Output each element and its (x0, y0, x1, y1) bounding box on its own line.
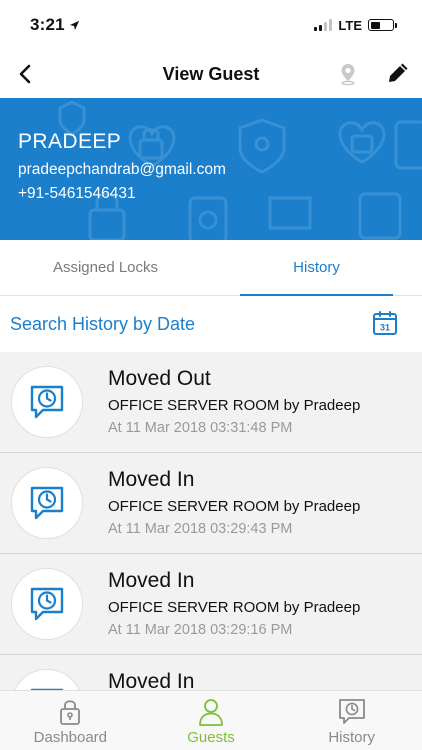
history-action: Moved Out (108, 367, 211, 390)
network-type: LTE (338, 17, 362, 33)
clock-chat-icon (30, 385, 64, 419)
calendar-day-number: 31 (380, 323, 390, 333)
location-pin-icon[interactable] (336, 62, 360, 86)
history-action: Moved In (108, 468, 195, 491)
bottom-tab-history[interactable]: History (281, 691, 422, 750)
history-lock-detail: OFFICE SERVER ROOM by Pradeep (108, 599, 361, 616)
guest-name: PRADEEP (18, 130, 122, 153)
location-arrow-icon (69, 20, 79, 30)
history-list: Moved Out OFFICE SERVER ROOM by Pradeep … (0, 352, 422, 690)
clock-chat-icon (338, 699, 365, 724)
bottom-tab-label: Guests (187, 729, 235, 746)
history-timestamp: At 11 Mar 2018 03:29:43 PM (108, 521, 293, 537)
history-timestamp: At 11 Mar 2018 03:29:16 PM (108, 622, 293, 638)
bottom-tab-bar: Dashboard Guests History (0, 690, 422, 750)
status-indicators: LTE (314, 17, 397, 33)
guest-tabs: Assigned Locks History (0, 240, 422, 296)
history-lock-detail: OFFICE SERVER ROOM by Pradeep (108, 397, 361, 414)
guest-phone: +91-5461546431 (18, 185, 136, 202)
history-lock-detail: OFFICE SERVER ROOM by Pradeep (108, 498, 361, 515)
history-entry-icon (11, 467, 83, 539)
search-history-by-date-link[interactable]: Search History by Date (10, 314, 195, 335)
history-entry-icon (11, 366, 83, 438)
guest-profile-header: PRADEEP pradeepchandrab@gmail.com +91-54… (0, 98, 422, 240)
status-time-text: 3:21 (30, 15, 65, 34)
calendar-icon[interactable]: 31 (372, 310, 398, 336)
bottom-tab-guests[interactable]: Guests (141, 691, 282, 750)
page-title: View Guest (162, 63, 260, 84)
bottom-tab-dashboard[interactable]: Dashboard (0, 691, 141, 750)
cellular-signal-icon (314, 19, 333, 31)
person-icon (199, 699, 223, 726)
list-item[interactable]: Moved In (0, 655, 422, 690)
history-action: Moved In (108, 569, 195, 592)
battery-level (370, 21, 380, 29)
navigation-bar: View Guest (0, 50, 422, 98)
tab-assigned-locks[interactable]: Assigned Locks (0, 240, 211, 295)
history-action: Moved In (108, 670, 195, 690)
bottom-tab-label: Dashboard (33, 729, 108, 746)
lock-icon (60, 700, 81, 725)
history-entry-icon (11, 669, 83, 690)
chevron-left-icon[interactable] (14, 62, 38, 86)
pencil-icon[interactable] (386, 61, 410, 85)
bottom-tab-label: History (328, 729, 376, 746)
history-entry-icon (11, 568, 83, 640)
history-timestamp: At 11 Mar 2018 03:31:48 PM (108, 420, 293, 436)
list-item[interactable]: Moved Out OFFICE SERVER ROOM by Pradeep … (0, 352, 422, 453)
search-history-row: Search History by Date 31 (0, 296, 422, 352)
status-time: 3:21 (30, 15, 80, 35)
tab-history[interactable]: History (211, 240, 422, 296)
battery-icon (368, 19, 397, 31)
list-item[interactable]: Moved In OFFICE SERVER ROOM by Pradeep A… (0, 554, 422, 655)
clock-chat-icon (30, 587, 64, 621)
list-item[interactable]: Moved In OFFICE SERVER ROOM by Pradeep A… (0, 453, 422, 554)
guest-email: pradeepchandrab@gmail.com (18, 161, 226, 178)
status-bar: 3:21 LTE (0, 0, 422, 50)
clock-chat-icon (30, 486, 64, 520)
